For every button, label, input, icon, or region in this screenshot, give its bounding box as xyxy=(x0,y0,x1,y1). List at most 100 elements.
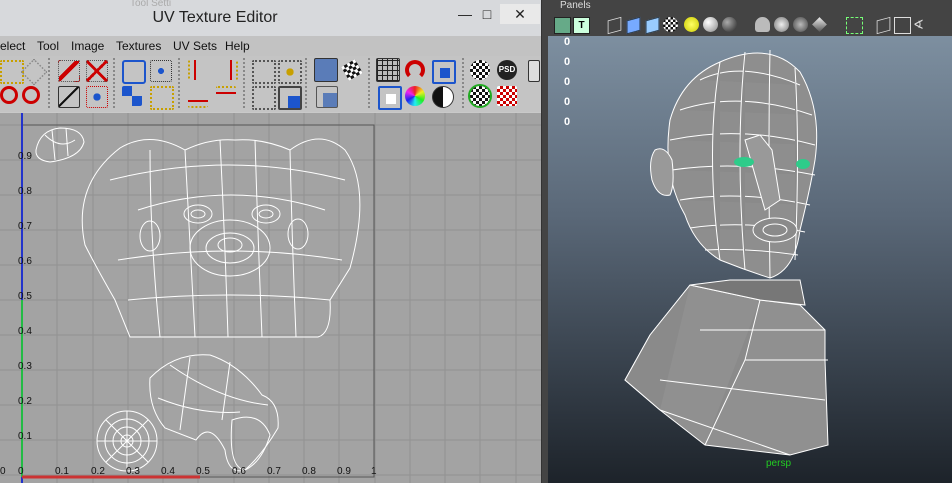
background-tab-text: Tool Setti xyxy=(130,0,172,9)
shadow-icon[interactable] xyxy=(703,17,718,32)
maximize-button[interactable]: □ xyxy=(476,4,498,24)
u-tick: 0.3 xyxy=(126,466,140,477)
motion-blur-icon[interactable] xyxy=(793,17,808,32)
align-top-icon[interactable] xyxy=(216,86,236,108)
isolate-select-icon[interactable] xyxy=(846,17,863,34)
v-tick: 0.2 xyxy=(18,396,32,407)
texture-tile-icon[interactable] xyxy=(278,86,302,110)
ambient-occlusion-icon[interactable] xyxy=(774,17,789,32)
ear-uv-shell[interactable] xyxy=(35,127,85,163)
cut-uv-icon[interactable] xyxy=(58,60,80,82)
grid-uv-icon[interactable] xyxy=(252,60,276,84)
textured-icon[interactable] xyxy=(663,17,678,32)
filter-icon[interactable] xyxy=(378,86,402,110)
menu-help[interactable]: Help xyxy=(225,39,250,53)
checker-map-icon[interactable] xyxy=(470,60,490,80)
menu-select[interactable]: elect xyxy=(0,39,25,53)
move-uv-icon[interactable] xyxy=(20,58,48,86)
update-psd-icon[interactable] xyxy=(468,84,492,108)
uv-texture-editor-window: Tool Setti UV Texture Editor — □ ✕ elect… xyxy=(0,0,542,483)
uv-toolbar: PSD xyxy=(0,56,541,112)
shaded-wire-icon[interactable] xyxy=(645,16,660,35)
panels-menu[interactable]: Panels xyxy=(560,0,591,11)
select-camera-icon[interactable] xyxy=(554,17,571,34)
close-button[interactable]: ✕ xyxy=(500,4,540,24)
menu-uv-sets[interactable]: UV Sets xyxy=(173,39,217,53)
text-toggle-icon[interactable]: T xyxy=(573,17,590,34)
share-icon[interactable]: ∢ xyxy=(913,17,928,32)
u-tick: 0.8 xyxy=(302,466,316,477)
toolbar-separator xyxy=(462,58,464,110)
uv-shader-icon[interactable] xyxy=(497,86,517,106)
toolbar-separator xyxy=(178,58,180,110)
flip-diagonal-icon[interactable] xyxy=(58,86,80,108)
head-mesh[interactable] xyxy=(624,49,829,456)
grid-snap-icon[interactable] xyxy=(150,86,174,110)
pivot-icon[interactable] xyxy=(86,86,108,108)
psd-icon[interactable]: PSD xyxy=(497,60,517,80)
minimize-button[interactable]: — xyxy=(454,4,476,24)
uv-grid-canvas[interactable]: 0 0 0.1 0.2 0.3 0.4 0.5 0.6 0.7 0.8 0.9 … xyxy=(0,113,541,483)
unfold-uv-icon[interactable] xyxy=(122,60,146,84)
anti-alias-icon[interactable] xyxy=(812,17,827,32)
u-tick: 0 xyxy=(18,466,24,477)
menu-textures[interactable]: Textures xyxy=(116,39,161,53)
snap-uv-icon[interactable] xyxy=(278,60,302,84)
u-tick: 1 xyxy=(371,466,377,477)
u-tick: 0.9 xyxy=(337,466,351,477)
title-bar: Tool Setti UV Texture Editor — □ ✕ xyxy=(0,0,541,36)
v-tick: 0.9 xyxy=(18,151,32,162)
uv-grid-lines xyxy=(0,113,541,483)
panel-toolbar: T ∢ xyxy=(548,14,952,36)
rotate-cw-icon[interactable] xyxy=(22,86,40,104)
checker-icon[interactable] xyxy=(341,59,363,81)
persp-viewport[interactable]: 0 0 0 0 0 persp xyxy=(548,36,952,483)
v-tick: 0.5 xyxy=(18,291,32,302)
face-uv-shell[interactable] xyxy=(81,138,361,338)
magnet-snap-icon[interactable] xyxy=(405,60,425,80)
u-tick: 0 xyxy=(0,466,6,477)
scalp-uv-shell[interactable] xyxy=(96,410,158,472)
dark-sphere-icon[interactable] xyxy=(722,17,737,32)
v-tick: 0.8 xyxy=(18,186,32,197)
wireframe-icon[interactable] xyxy=(607,16,622,35)
xray-joints-icon[interactable] xyxy=(894,17,911,34)
v-tick: 0.6 xyxy=(18,256,32,267)
uv-viewport[interactable]: 0 0 0.1 0.2 0.3 0.4 0.5 0.6 0.7 0.8 0.9 … xyxy=(0,113,541,483)
v-tick: 0.1 xyxy=(18,431,32,442)
light-icon[interactable] xyxy=(684,17,699,32)
menu-tool[interactable]: Tool xyxy=(37,39,59,53)
normalize-icon[interactable] xyxy=(252,86,276,110)
camera-label: persp xyxy=(766,458,791,469)
u-tick: 0.7 xyxy=(267,466,281,477)
isolate-icon[interactable] xyxy=(755,17,770,32)
image-display-icon[interactable] xyxy=(314,58,338,82)
menu-image[interactable]: Image xyxy=(71,39,104,53)
split-uv-icon[interactable] xyxy=(86,60,108,82)
smooth-shade-icon[interactable] xyxy=(626,16,641,35)
xray-icon[interactable] xyxy=(876,16,891,35)
v-tick: 0.4 xyxy=(18,326,32,337)
stack-shells-icon[interactable] xyxy=(122,86,142,106)
layout-uv-icon[interactable] xyxy=(150,60,172,82)
toolbar-separator xyxy=(113,58,115,110)
window-title: UV Texture Editor xyxy=(152,9,278,26)
grid-display-icon[interactable] xyxy=(376,58,400,82)
align-bottom-icon[interactable] xyxy=(188,86,208,108)
align-left-icon[interactable] xyxy=(188,60,210,80)
rotate-ccw-icon[interactable] xyxy=(0,86,18,104)
rgb-channels-icon[interactable] xyxy=(405,86,425,106)
neck-uv-shell[interactable] xyxy=(149,354,279,472)
u-tick: 0.4 xyxy=(161,466,175,477)
shell-icon[interactable] xyxy=(432,60,456,84)
overflow-icon[interactable] xyxy=(528,60,540,82)
menu-bar: elect Tool Image Textures UV Sets Help xyxy=(0,36,541,56)
align-right-icon[interactable] xyxy=(216,60,238,80)
toolbar-separator xyxy=(305,58,307,110)
dim-image-icon[interactable] xyxy=(316,86,338,108)
toolbar-separator xyxy=(368,58,370,110)
toolbar-separator xyxy=(243,58,245,110)
head-model[interactable]: persp xyxy=(548,36,952,483)
u-tick: 0.1 xyxy=(55,466,69,477)
alpha-channel-icon[interactable] xyxy=(432,86,454,108)
